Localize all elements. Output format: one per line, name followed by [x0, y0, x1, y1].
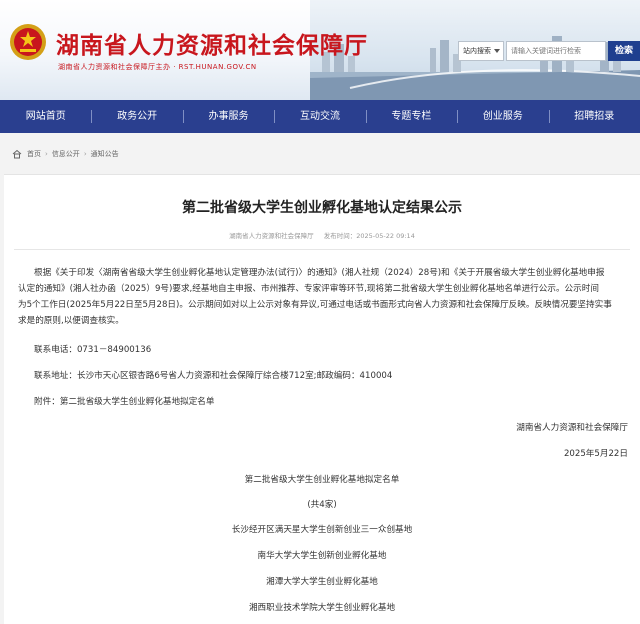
nav-item-topics[interactable]: 专题专栏 — [365, 100, 457, 133]
list-item: 湘潭大学大学生创业孵化基地 — [266, 577, 378, 587]
article-body-line: 求是的原则,以便调查核实。 — [18, 316, 124, 326]
site-title: 湖南省人力资源和社会保障厅 — [56, 33, 368, 59]
search-button[interactable]: 检索 — [608, 41, 640, 61]
search-input[interactable] — [506, 41, 606, 61]
breadcrumb-home[interactable]: 首页 — [27, 149, 41, 159]
national-emblem-icon — [10, 24, 46, 60]
article-body-line: 为5个工作日(2025年5月22日至5月28日)。公示期间如对以上公示对象有异议… — [18, 300, 612, 310]
site-search: 站内搜索 检索 — [458, 41, 640, 61]
search-scope-select[interactable]: 站内搜索 — [458, 41, 504, 61]
breadcrumb: 首页 › 信息公开 › 通知公告 — [12, 145, 119, 163]
article-source: 湖南省人力资源和社会保障厅 — [229, 232, 314, 240]
list-item: 南华大学大学生创新创业孵化基地 — [257, 551, 387, 561]
list-item: 湘西职业技术学院大学生创业孵化基地 — [248, 603, 396, 613]
breadcrumb-notice[interactable]: 通知公告 — [91, 149, 119, 159]
list-item: 长沙经开区满天星大学生创新创业三一众创基地 — [231, 525, 413, 535]
breadcrumb-separator: › — [83, 150, 87, 158]
nav-item-interaction[interactable]: 互动交流 — [274, 100, 365, 133]
article-meta: 湖南省人力资源和社会保障厅 发布时间：2025-05-22 09:14 — [4, 230, 640, 240]
article-panel: 第二批省级大学生创业孵化基地认定结果公示 湖南省人力资源和社会保障厅 发布时间：… — [4, 174, 640, 624]
attachment-link[interactable]: 附件：第二批省级大学生创业孵化基地拟定名单 — [34, 395, 214, 407]
breadcrumb-info[interactable]: 信息公开 — [52, 149, 80, 159]
contact-phone: 联系电话：0731－84900136 — [34, 345, 152, 355]
article-title: 第二批省级大学生创业孵化基地认定结果公示 — [182, 200, 462, 216]
chevron-down-icon — [494, 49, 500, 53]
search-scope-label: 站内搜索 — [463, 47, 491, 55]
breadcrumb-separator: › — [45, 150, 48, 158]
site-subtitle: 湖南省人力资源和社会保障厅主办 · RST.HUNAN.GOV.CN — [58, 63, 257, 71]
site-banner: 湖南省人力资源和社会保障厅 湖南省人力资源和社会保障厅主办 · RST.HUNA… — [0, 0, 640, 100]
nav-item-recruitment[interactable]: 招聘招录 — [548, 100, 640, 133]
sign-date: 2025年5月22日 — [563, 449, 628, 459]
article-body-line: 根据《关于印发〈湖南省省级大学生创业孵化基地认定管理办法(试行)〉的通知》(湘人… — [34, 268, 605, 278]
nav-item-home[interactable]: 网站首页 — [0, 100, 91, 133]
title-divider — [14, 249, 630, 250]
nav-item-gov-info[interactable]: 政务公开 — [91, 100, 182, 133]
article-body-line: 认定的通知》(湘人社办函（2025）9号)要求,经基地自主申报、市州推荐、专家评… — [18, 284, 599, 294]
list-title: 第二批省级大学生创业孵化基地拟定名单 — [244, 475, 400, 485]
article-date-label: 发布时间： — [323, 232, 357, 240]
home-icon[interactable] — [12, 149, 22, 159]
main-nav: 网站首页 政务公开 办事服务 互动交流 专题专栏 创业服务 招聘招录 — [0, 100, 640, 133]
contact-address: 联系地址：长沙市天心区银杏路6号省人力资源和社会保障厅综合楼712室;邮政编码：… — [34, 371, 393, 381]
list-count: (共4家) — [307, 500, 337, 510]
nav-item-startup[interactable]: 创业服务 — [457, 100, 548, 133]
article-date: 2025-05-22 09:14 — [356, 232, 415, 240]
signature: 湖南省人力资源和社会保障厅 — [516, 423, 628, 433]
nav-item-services[interactable]: 办事服务 — [182, 100, 274, 133]
